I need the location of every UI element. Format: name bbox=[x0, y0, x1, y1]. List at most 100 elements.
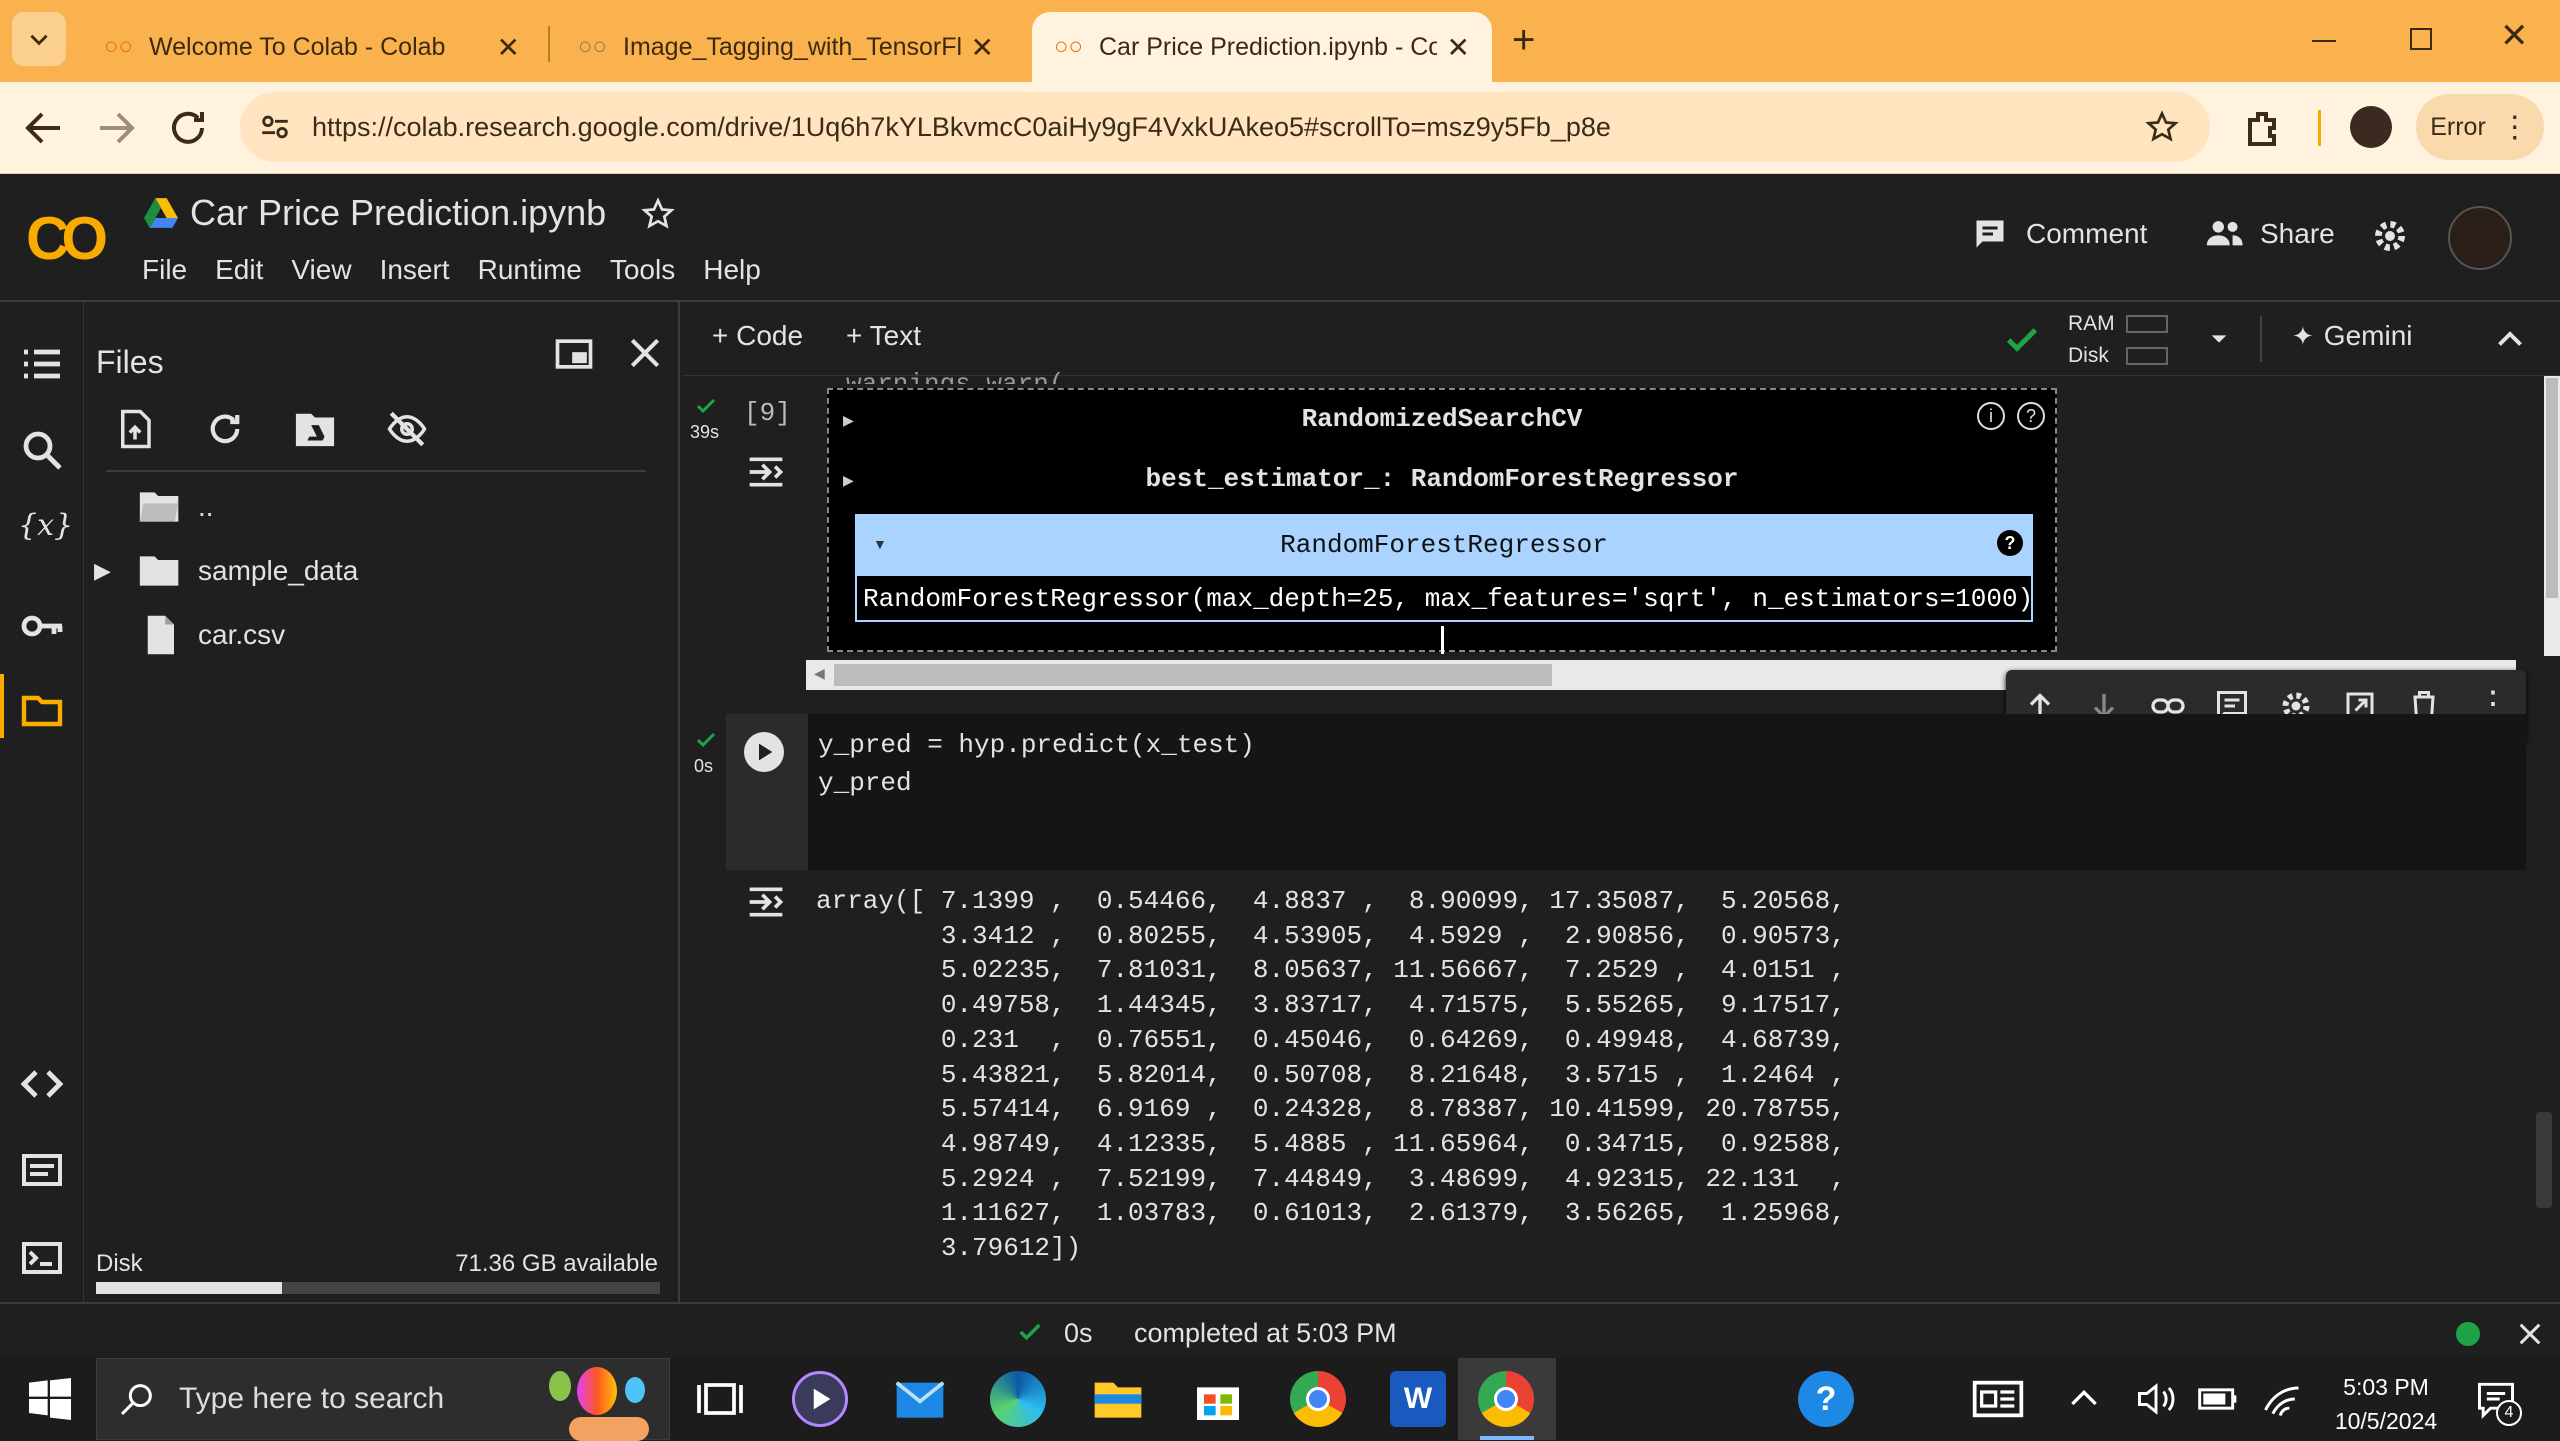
url-bar[interactable]: https://colab.research.google.com/drive/… bbox=[240, 92, 2210, 162]
chevron-up-icon[interactable] bbox=[2064, 1371, 2104, 1427]
menu-edit[interactable]: Edit bbox=[215, 254, 263, 286]
upload-file-icon[interactable] bbox=[114, 408, 156, 450]
vertical-scrollbar[interactable] bbox=[2544, 376, 2560, 656]
command-palette-icon[interactable] bbox=[18, 1146, 66, 1194]
new-tab-button[interactable]: + bbox=[1512, 18, 1535, 63]
terminal-icon[interactable] bbox=[18, 1234, 66, 1282]
word-icon[interactable]: W bbox=[1390, 1371, 1446, 1427]
restore-button[interactable] bbox=[2410, 28, 2432, 50]
wifi-icon[interactable] bbox=[2260, 1371, 2304, 1427]
close-window-button[interactable]: ✕ bbox=[2500, 16, 2529, 56]
menu-insert[interactable]: Insert bbox=[380, 254, 450, 286]
media-player-icon[interactable] bbox=[792, 1371, 848, 1427]
output-actions-icon[interactable] bbox=[744, 882, 788, 922]
battery-icon[interactable] bbox=[2196, 1371, 2240, 1427]
extensions-icon[interactable] bbox=[2240, 104, 2288, 152]
search-icon[interactable] bbox=[18, 426, 66, 474]
file-explorer-icon[interactable] bbox=[1090, 1371, 1146, 1427]
collapse-chevron-icon[interactable] bbox=[2492, 322, 2528, 358]
microsoft-store-icon[interactable] bbox=[1190, 1371, 1246, 1427]
variables-icon[interactable]: {x} bbox=[18, 508, 73, 556]
close-icon[interactable] bbox=[626, 334, 664, 372]
open-in-tab-icon[interactable] bbox=[552, 332, 596, 376]
bookmark-star-icon[interactable] bbox=[2144, 109, 2180, 145]
add-text-button[interactable]: + Text bbox=[846, 320, 921, 352]
comment-button[interactable]: Comment bbox=[1972, 216, 2147, 252]
browser-tab-active[interactable]: ○○ Car Price Prediction.ipynb - Colab ✕ bbox=[1032, 12, 1492, 82]
output-actions-icon[interactable] bbox=[744, 452, 788, 492]
estimator-title[interactable]: RandomizedSearchCV bbox=[829, 404, 2055, 434]
dropdown-arrow-icon[interactable] bbox=[2206, 328, 2232, 350]
add-code-button[interactable]: + Code bbox=[712, 320, 803, 352]
file-item[interactable]: car.csv bbox=[138, 614, 285, 656]
clock[interactable]: 5:03 PM 10/5/2024 bbox=[2326, 1370, 2446, 1438]
secrets-key-icon[interactable] bbox=[18, 602, 66, 650]
best-estimator-label[interactable]: best_estimator_: RandomForestRegressor bbox=[829, 464, 2055, 494]
volume-icon[interactable] bbox=[2134, 1371, 2178, 1427]
run-cell-button[interactable] bbox=[744, 732, 784, 772]
mount-drive-icon[interactable] bbox=[292, 408, 338, 450]
clock-date: 10/5/2024 bbox=[2334, 1408, 2438, 1434]
selected-estimator-box[interactable]: ▼ RandomForestRegressor ? RandomForestRe… bbox=[855, 514, 2033, 622]
share-label: Share bbox=[2260, 218, 2335, 249]
menu-file[interactable]: File bbox=[142, 254, 187, 286]
forward-icon[interactable] bbox=[92, 104, 140, 152]
file-item[interactable]: ▶ sample_data bbox=[94, 552, 358, 590]
star-icon[interactable] bbox=[640, 196, 676, 232]
taskbar-search-box[interactable]: Type here to search bbox=[96, 1358, 670, 1441]
code-snippets-icon[interactable] bbox=[18, 1060, 66, 1108]
chrome-icon[interactable] bbox=[1290, 1371, 1346, 1427]
close-icon[interactable] bbox=[2516, 1320, 2544, 1348]
vertical-scrollbar[interactable] bbox=[2536, 1112, 2552, 1208]
gemini-button[interactable]: ✦ Gemini bbox=[2292, 320, 2413, 352]
site-info-icon[interactable] bbox=[258, 110, 292, 144]
refresh-icon[interactable] bbox=[204, 408, 246, 450]
table-of-contents-icon[interactable] bbox=[18, 340, 66, 388]
minimize-button[interactable] bbox=[2312, 40, 2336, 42]
scrollbar-thumb[interactable] bbox=[834, 664, 1552, 686]
edge-browser-icon[interactable] bbox=[990, 1371, 1046, 1427]
scrollbar-thumb[interactable] bbox=[2546, 378, 2558, 598]
settings-gear-icon[interactable] bbox=[2370, 216, 2410, 256]
browser-tab[interactable]: ○○ Welcome To Colab - Colab ✕ bbox=[82, 12, 542, 82]
back-icon[interactable] bbox=[20, 104, 68, 152]
folder-icon[interactable] bbox=[18, 686, 66, 734]
mail-icon[interactable] bbox=[892, 1371, 948, 1427]
help-icon[interactable]: ? bbox=[2017, 402, 2045, 430]
file-item[interactable]: .. bbox=[138, 488, 214, 526]
estimator-params: RandomForestRegressor(max_depth=25, max_… bbox=[863, 584, 2034, 614]
ram-bar bbox=[2126, 315, 2168, 333]
chrome-active-icon[interactable] bbox=[1478, 1371, 1534, 1427]
browser-tab[interactable]: ○○ Image_Tagging_with_TensorFlow ✕ bbox=[556, 12, 1016, 82]
expand-arrow-icon[interactable]: ▶ bbox=[94, 558, 138, 584]
hide-files-icon[interactable] bbox=[384, 408, 430, 450]
menu-view[interactable]: View bbox=[291, 254, 351, 286]
code-editor[interactable]: y_pred = hyp.predict(x_test) y_pred bbox=[808, 714, 2526, 870]
share-button[interactable]: Share bbox=[2204, 216, 2335, 252]
close-icon[interactable]: ✕ bbox=[971, 31, 994, 64]
menu-runtime[interactable]: Runtime bbox=[478, 254, 582, 286]
people-icon bbox=[2206, 221, 2243, 246]
cell-exec-time: 0s bbox=[694, 756, 714, 776]
menu-tools[interactable]: Tools bbox=[610, 254, 675, 286]
task-view-icon[interactable] bbox=[692, 1371, 748, 1427]
ram-label: RAM bbox=[2068, 312, 2115, 335]
resources-indicator[interactable]: RAM Disk bbox=[2068, 308, 2168, 372]
tab-search-button[interactable] bbox=[12, 12, 66, 66]
help-icon[interactable]: ? bbox=[1798, 1371, 1854, 1427]
help-icon[interactable]: ? bbox=[1997, 530, 2023, 556]
scroll-left-icon[interactable]: ◀ bbox=[814, 665, 825, 682]
account-avatar[interactable] bbox=[2448, 206, 2512, 270]
comment-icon bbox=[1976, 220, 2004, 248]
notebook-title[interactable]: Car Price Prediction.ipynb bbox=[190, 192, 606, 234]
reload-icon[interactable] bbox=[164, 104, 212, 152]
error-button[interactable]: Error ⋮ bbox=[2416, 94, 2544, 160]
menu-help[interactable]: Help bbox=[703, 254, 761, 286]
close-icon[interactable]: ✕ bbox=[1447, 31, 1470, 64]
close-icon[interactable]: ✕ bbox=[497, 31, 520, 64]
profile-avatar[interactable] bbox=[2350, 106, 2392, 148]
news-icon[interactable] bbox=[1970, 1371, 2026, 1427]
windows-start-icon[interactable] bbox=[22, 1371, 78, 1427]
colab-logo[interactable]: CO bbox=[26, 204, 108, 273]
info-icon[interactable]: i bbox=[1977, 402, 2005, 430]
